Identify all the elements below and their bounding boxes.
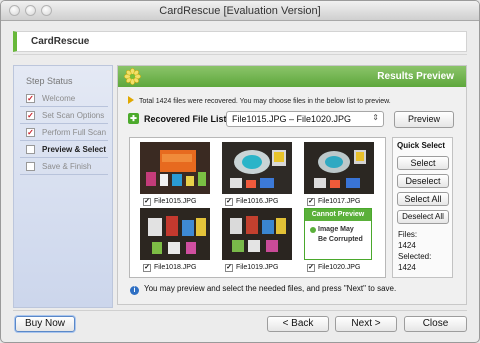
results-banner: Results Preview xyxy=(118,66,466,87)
selected-count: 1424 xyxy=(398,263,416,272)
arrow-right-icon xyxy=(128,96,134,104)
deselect-all-button[interactable]: Deselect All xyxy=(397,210,449,224)
footer-divider xyxy=(13,310,467,311)
step-set-scan-options: ✓ Set Scan Options xyxy=(20,108,108,124)
selected-label: Selected: xyxy=(398,252,432,261)
save-hint: i You may preview and select the needed f… xyxy=(130,284,460,298)
file-name: File1017.JPG xyxy=(318,198,361,205)
file-thumbnail[interactable] xyxy=(222,208,292,260)
file-range-select[interactable]: File1015.JPG – File1020.JPG ⇕ xyxy=(226,111,384,127)
file-thumbnail-grid: ✓ File1015.JPG ✓ File1016.JPG ✓ File1017… xyxy=(129,137,386,278)
step-label: Welcome xyxy=(42,94,76,103)
results-preview-title: Results Preview xyxy=(377,71,454,82)
cannot-preview-title: Cannot Preview xyxy=(305,209,371,221)
step-label: Preview & Select xyxy=(42,145,107,154)
step-checkbox-icon xyxy=(26,162,35,171)
step-check-icon: ✓ xyxy=(26,111,35,120)
header-divider xyxy=(13,54,467,55)
file-name: File1018.JPG xyxy=(154,264,197,271)
step-check-icon: ✓ xyxy=(26,128,35,137)
file-checkbox[interactable]: ✓ xyxy=(307,198,315,206)
file-thumbnail[interactable] xyxy=(304,142,374,194)
recovery-summary: Total 1424 files were recovered. You may… xyxy=(128,96,458,108)
file-range-value: File1015.JPG – File1020.JPG xyxy=(232,114,352,124)
step-check-icon: ✓ xyxy=(26,94,35,103)
app-header: CardRescue xyxy=(13,31,467,52)
step-status-heading: Step Status xyxy=(26,76,73,86)
file-name: File1019.JPG xyxy=(236,264,279,271)
step-sidebar: Step Status ✓ Welcome ✓ Set Scan Options… xyxy=(13,65,113,308)
preview-button[interactable]: Preview xyxy=(394,111,454,128)
file-checkbox[interactable]: ✓ xyxy=(143,198,151,206)
file-name: File1020.JPG xyxy=(318,264,361,271)
files-label: Files: xyxy=(398,230,418,239)
app-window: CardRescue [Evaluation Version] CardResc… xyxy=(0,0,480,343)
recovery-summary-text: Total 1424 files were recovered. You may… xyxy=(139,98,391,105)
window-title: CardRescue [Evaluation Version] xyxy=(159,5,321,17)
file-checkbox[interactable]: ✓ xyxy=(225,264,233,272)
flower-logo-icon xyxy=(124,68,141,85)
cannot-preview-card[interactable]: Cannot Preview Image May Be Corrupted xyxy=(304,208,372,260)
save-hint-text: You may preview and select the needed fi… xyxy=(144,284,397,293)
recovered-file-list-label: Recovered File List xyxy=(144,114,227,124)
corrupted-line-2: Be Corrupted xyxy=(318,236,363,243)
file-checkbox[interactable]: ✓ xyxy=(225,198,233,206)
buy-now-button[interactable]: Buy Now xyxy=(15,316,75,332)
updown-chevron-icon: ⇕ xyxy=(372,113,379,122)
info-icon: i xyxy=(130,286,139,295)
close-button[interactable]: Close xyxy=(404,316,467,332)
file-checkbox[interactable]: ✓ xyxy=(143,264,151,272)
quick-select-title: Quick Select xyxy=(397,141,446,150)
file-checkbox[interactable]: ✓ xyxy=(307,264,315,272)
app-header-title: CardRescue xyxy=(31,36,90,47)
corrupted-message: Image May Be Corrupted xyxy=(318,225,363,245)
quick-select-panel: Quick Select Select Deselect Select All … xyxy=(392,137,453,278)
file-thumbnail[interactable] xyxy=(222,142,292,194)
select-button[interactable]: Select xyxy=(397,156,449,170)
recovered-list-icon: ✚ xyxy=(128,113,139,124)
select-all-button[interactable]: Select All xyxy=(397,192,449,206)
results-panel: Results Preview Total 1424 files were re… xyxy=(117,65,467,305)
deselect-button[interactable]: Deselect xyxy=(397,174,449,188)
warning-dot-icon xyxy=(310,227,316,233)
title-bar: CardRescue [Evaluation Version] xyxy=(1,1,479,21)
file-name: File1016.JPG xyxy=(236,198,279,205)
file-thumbnail[interactable] xyxy=(140,208,210,260)
step-label: Set Scan Options xyxy=(42,111,105,120)
step-save-finish: Save & Finish xyxy=(20,159,108,175)
file-thumbnail[interactable] xyxy=(140,142,210,194)
step-label: Save & Finish xyxy=(42,162,92,171)
file-name: File1015.JPG xyxy=(154,198,197,205)
step-checkbox-icon xyxy=(26,145,35,154)
next-button[interactable]: Next > xyxy=(335,316,397,332)
files-count: 1424 xyxy=(398,241,416,250)
step-label: Perform Full Scan xyxy=(42,128,107,137)
corrupted-line-1: Image May xyxy=(318,226,354,233)
step-preview-select: Preview & Select xyxy=(20,142,108,158)
step-perform-full-scan: ✓ Perform Full Scan xyxy=(20,125,108,141)
back-button[interactable]: < Back xyxy=(267,316,329,332)
step-welcome: ✓ Welcome xyxy=(20,91,108,107)
